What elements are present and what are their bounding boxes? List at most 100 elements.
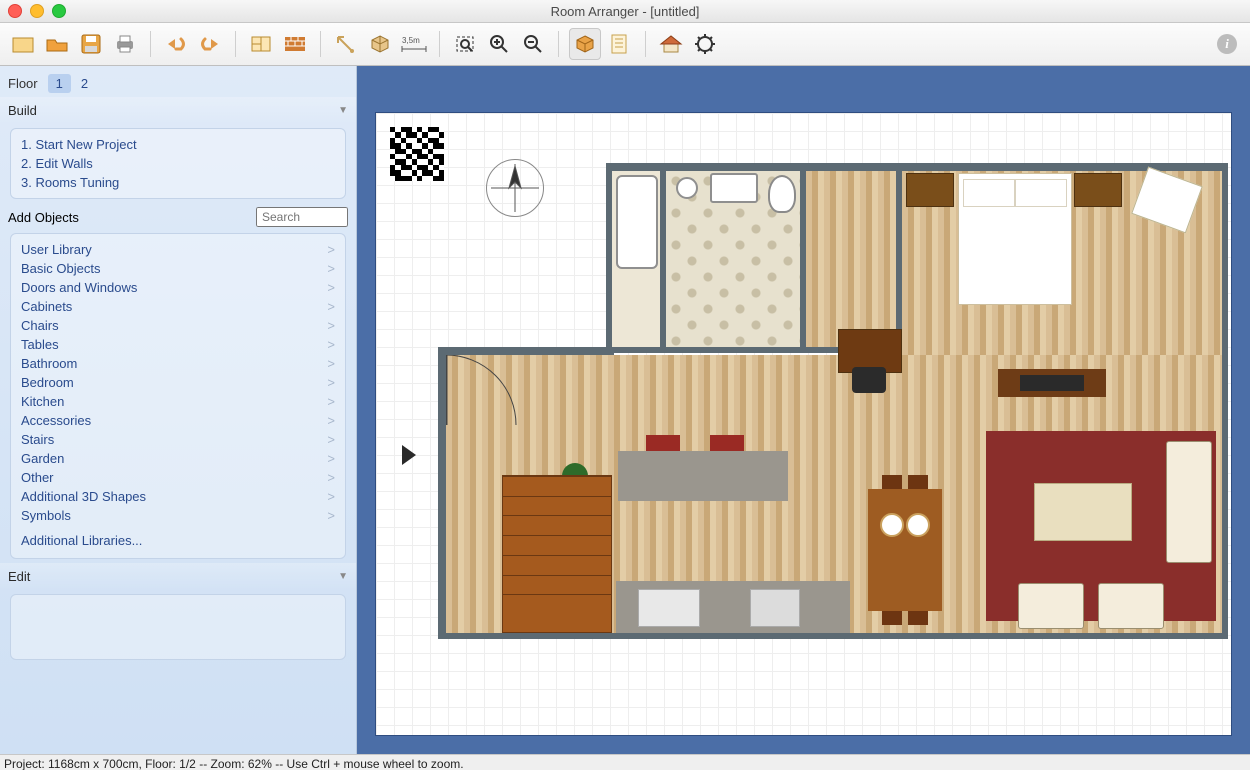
category-label: Doors and Windows [21,280,137,295]
open-button[interactable] [42,29,72,59]
category-label: Garden [21,451,64,466]
dining-table [868,489,942,611]
chair [908,475,928,489]
canvas-area[interactable] [357,66,1250,754]
catalog-button[interactable] [605,29,635,59]
zoom-in-button[interactable] [484,29,514,59]
expand-handle-icon[interactable] [402,445,416,465]
category-tables[interactable]: Tables> [21,335,335,354]
measure-button[interactable]: 3,5m [399,29,429,59]
category-bedroom[interactable]: Bedroom> [21,373,335,392]
rotate-button[interactable] [331,29,361,59]
toilet [768,175,796,213]
new-project-button[interactable] [8,29,38,59]
info-button[interactable]: i [1212,29,1242,59]
category-additional-3d-shapes[interactable]: Additional 3D Shapes> [21,487,335,506]
category-label: Kitchen [21,394,64,409]
category-basic-objects[interactable]: Basic Objects> [21,259,335,278]
save-button[interactable] [76,29,106,59]
svg-text:3,5m: 3,5m [402,36,420,45]
sink [710,173,758,203]
stool [646,435,680,451]
category-accessories[interactable]: Accessories> [21,411,335,430]
category-symbols[interactable]: Symbols> [21,506,335,525]
qr-code [390,127,444,181]
chevron-right-icon: > [327,489,335,504]
category-kitchen[interactable]: Kitchen> [21,392,335,411]
3d-view-button[interactable] [569,28,601,60]
chevron-right-icon: > [327,451,335,466]
chevron-right-icon: > [327,299,335,314]
category-bathroom[interactable]: Bathroom> [21,354,335,373]
chevron-right-icon: > [327,432,335,447]
category-stairs[interactable]: Stairs > [21,430,335,449]
stove [750,589,800,627]
house [438,163,1221,675]
edit-section-header[interactable]: Edit ▼ [0,563,356,590]
additional-libraries-link[interactable]: Additional Libraries... [21,525,335,552]
category-doors-and-windows[interactable]: Doors and Windows> [21,278,335,297]
collapse-icon: ▼ [338,571,348,582]
nightstand [906,173,954,207]
floor-tab-1[interactable]: 1 [48,74,71,93]
stairs [502,475,612,633]
render-button[interactable] [690,29,720,59]
fit-view-button[interactable] [450,29,480,59]
kitchen-island [618,451,788,501]
window-title: Room Arranger - [untitled] [0,4,1250,19]
armchair [1018,583,1084,629]
basin [676,177,698,199]
build-rooms-tuning[interactable]: 3. Rooms Tuning [21,173,335,192]
category-label: Cabinets [21,299,72,314]
chair [882,611,902,625]
window-minimize-button[interactable] [30,4,44,18]
print-button[interactable] [110,29,140,59]
room-tool-button[interactable] [246,29,276,59]
category-cabinets[interactable]: Cabinets > [21,297,335,316]
bed [958,173,1072,305]
edit-box [10,594,346,660]
house-button[interactable] [656,29,686,59]
category-label: Tables [21,337,59,352]
category-label: Symbols [21,508,71,523]
category-user-library[interactable]: User Library > [21,240,335,259]
build-box: 1. Start New Project 2. Edit Walls 3. Ro… [10,128,346,199]
category-label: Stairs [21,432,54,447]
chevron-right-icon: > [327,242,335,257]
category-label: User Library [21,242,92,257]
zoom-out-button[interactable] [518,29,548,59]
stool [710,435,744,451]
sofa [1166,441,1212,563]
office-chair [852,367,886,393]
sidebar: Floor 1 2 Build ▼ 1. Start New Project 2… [0,66,357,754]
toolbar: 3,5m i [0,23,1250,66]
armchair [1098,583,1164,629]
build-start-new[interactable]: 1. Start New Project [21,135,335,154]
window-close-button[interactable] [8,4,22,18]
window-zoom-button[interactable] [52,4,66,18]
category-label: Bathroom [21,356,77,371]
category-label: Chairs [21,318,59,333]
floor-tab-2[interactable]: 2 [73,74,96,93]
titlebar: Room Arranger - [untitled] [0,0,1250,23]
3d-object-button[interactable] [365,29,395,59]
redo-button[interactable] [195,29,225,59]
hall-floor [806,171,896,347]
chevron-right-icon: > [327,318,335,333]
search-input[interactable] [256,207,348,227]
category-garden[interactable]: Garden > [21,449,335,468]
nightstand [1074,173,1122,207]
category-chairs[interactable]: Chairs > [21,316,335,335]
wall-tool-button[interactable] [280,29,310,59]
chair [882,475,902,489]
undo-button[interactable] [161,29,191,59]
floorplan-canvas[interactable] [375,112,1232,736]
category-label: Bedroom [21,375,74,390]
category-label: Accessories [21,413,91,428]
edit-header-label: Edit [8,569,30,584]
build-section-header[interactable]: Build ▼ [0,97,356,124]
status-bar: Project: 1168cm x 700cm, Floor: 1/2 -- Z… [0,754,1250,770]
build-edit-walls[interactable]: 2. Edit Walls [21,154,335,173]
floor-label: Floor [8,76,38,91]
category-other[interactable]: Other> [21,468,335,487]
